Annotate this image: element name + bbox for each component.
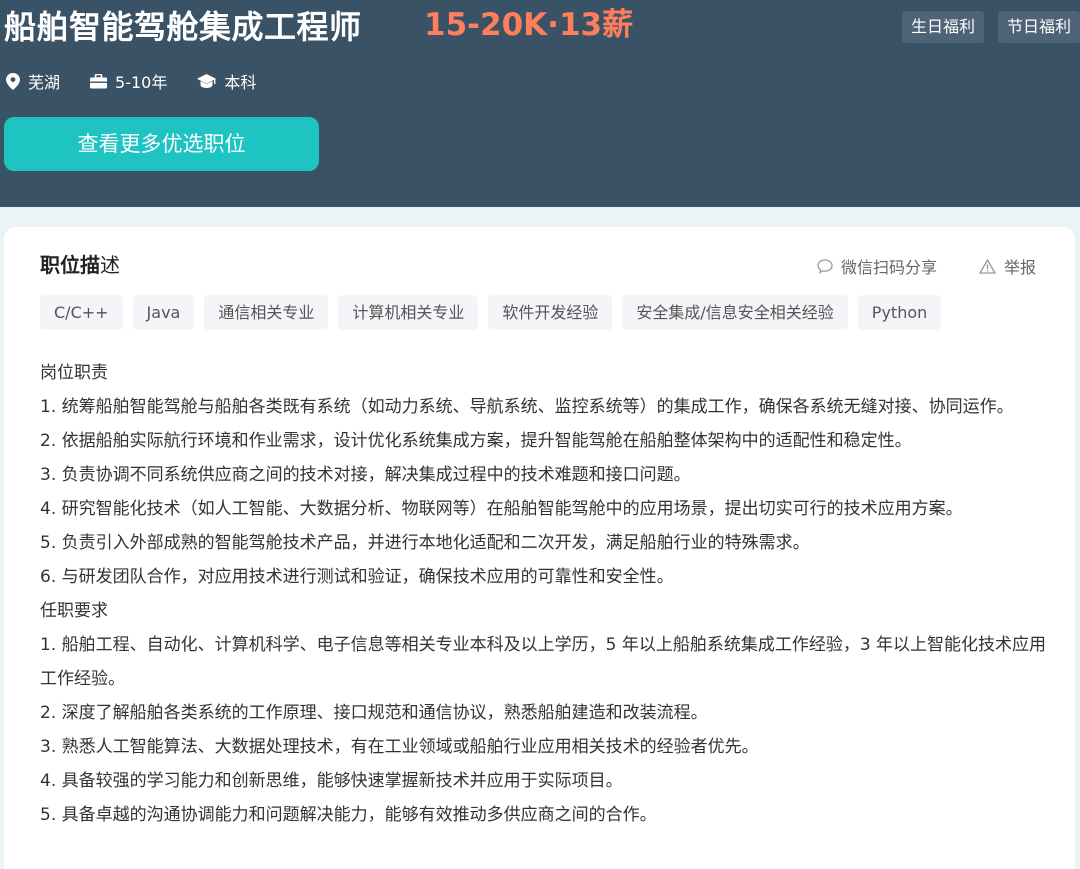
desc-line: 3. 熟悉人工智能算法、大数据处理技术，有在工业领域或船舶行业应用相关技术的经验… — [40, 737, 759, 757]
location-pin-icon — [6, 72, 20, 90]
job-meta: 芜湖 5-10年 本科 — [6, 68, 286, 94]
share-label: 微信扫码分享 — [841, 258, 938, 277]
chat-bubble-icon — [817, 258, 833, 274]
job-education-text: 本科 — [224, 73, 257, 92]
desc-line: 3. 负责协调不同系统供应商之间的技术对接，解决集成过程中的技术难题和接口问题。 — [40, 465, 691, 485]
warning-icon — [979, 258, 996, 274]
section-title: 职位描述 — [40, 251, 120, 279]
desc-heading-requirements: 任职要求 — [40, 601, 108, 621]
desc-heading-duties: 岗位职责 — [40, 363, 108, 383]
welfare-tag-holiday: 节日福利 — [998, 11, 1080, 43]
skill-tag: 安全集成/信息安全相关经验 — [622, 295, 848, 330]
desc-line: 2. 依据船舶实际航行环境和作业需求，设计优化系统集成方案，提升智能驾舱在船舶整… — [40, 431, 912, 451]
wechat-share-button[interactable]: 微信扫码分享 — [817, 254, 937, 278]
desc-line: 4. 研究智能化技术（如人工智能、大数据分析、物联网等）在船舶智能驾舱中的应用场… — [40, 499, 963, 519]
skill-tag: Python — [857, 295, 942, 330]
job-location: 芜湖 — [6, 69, 60, 93]
job-experience-text: 5-10年 — [115, 73, 168, 92]
desc-line: 2. 深度了解船舶各类系统的工作原理、接口规范和通信协议，熟悉船舶建造和改装流程… — [40, 703, 708, 723]
view-more-jobs-button[interactable]: 查看更多优选职位 — [4, 117, 319, 171]
skill-tag: 软件开发经验 — [488, 295, 613, 330]
skill-tag: 通信相关专业 — [204, 295, 329, 330]
job-education: 本科 — [197, 69, 256, 93]
briefcase-icon — [90, 73, 108, 88]
job-title: 船舶智能驾舱集成工程师 — [4, 8, 362, 46]
job-description-card: 职位描述 微信扫码分享 举报 C/C++ Java 通信相关专业 计算机相关专业… — [4, 227, 1075, 869]
desc-line: 6. 与研发团队合作，对应用技术进行测试和验证，确保技术应用的可靠性和安全性。 — [40, 567, 674, 587]
skill-tag: 计算机相关专业 — [338, 295, 479, 330]
job-description-text: 岗位职责 1. 统筹船舶智能驾舱与船舶各类既有系统（如动力系统、导航系统、监控系… — [40, 356, 1050, 832]
section-title-light: 述 — [100, 253, 120, 277]
graduation-cap-icon — [197, 73, 217, 88]
desc-line: 1. 统筹船舶智能驾舱与船舶各类既有系统（如动力系统、导航系统、监控系统等）的集… — [40, 397, 1014, 417]
desc-line: 5. 负责引入外部成熟的智能驾舱技术产品，并进行本地化适配和二次开发，满足船舶行… — [40, 533, 810, 553]
skill-tag: Java — [132, 295, 195, 330]
desc-line: 4. 具备较强的学习能力和创新思维，能够快速掌握新技术并应用于实际项目。 — [40, 771, 623, 791]
desc-line: 5. 具备卓越的沟通协调能力和问题解决能力，能够有效推动多供应商之间的合作。 — [40, 805, 657, 825]
desc-line: 1. 船舶工程、自动化、计算机科学、电子信息等相关专业本科及以上学历，5 年以上… — [40, 635, 1047, 689]
welfare-tag-birthday: 生日福利 — [902, 11, 985, 43]
section-title-bold: 职位描 — [40, 253, 100, 277]
job-location-text: 芜湖 — [28, 73, 61, 92]
skill-tag: C/C++ — [40, 295, 123, 330]
job-experience: 5-10年 — [90, 69, 167, 93]
report-label: 举报 — [1004, 258, 1037, 277]
report-button[interactable]: 举报 — [979, 254, 1036, 278]
job-salary: 15-20K·13薪 — [424, 7, 634, 43]
skill-tags: C/C++ Java 通信相关专业 计算机相关专业 软件开发经验 安全集成/信息… — [40, 295, 951, 330]
job-header: 船舶智能驾舱集成工程师 15-20K·13薪 生日福利 节日福利 芜湖 5-10… — [0, 0, 1080, 207]
